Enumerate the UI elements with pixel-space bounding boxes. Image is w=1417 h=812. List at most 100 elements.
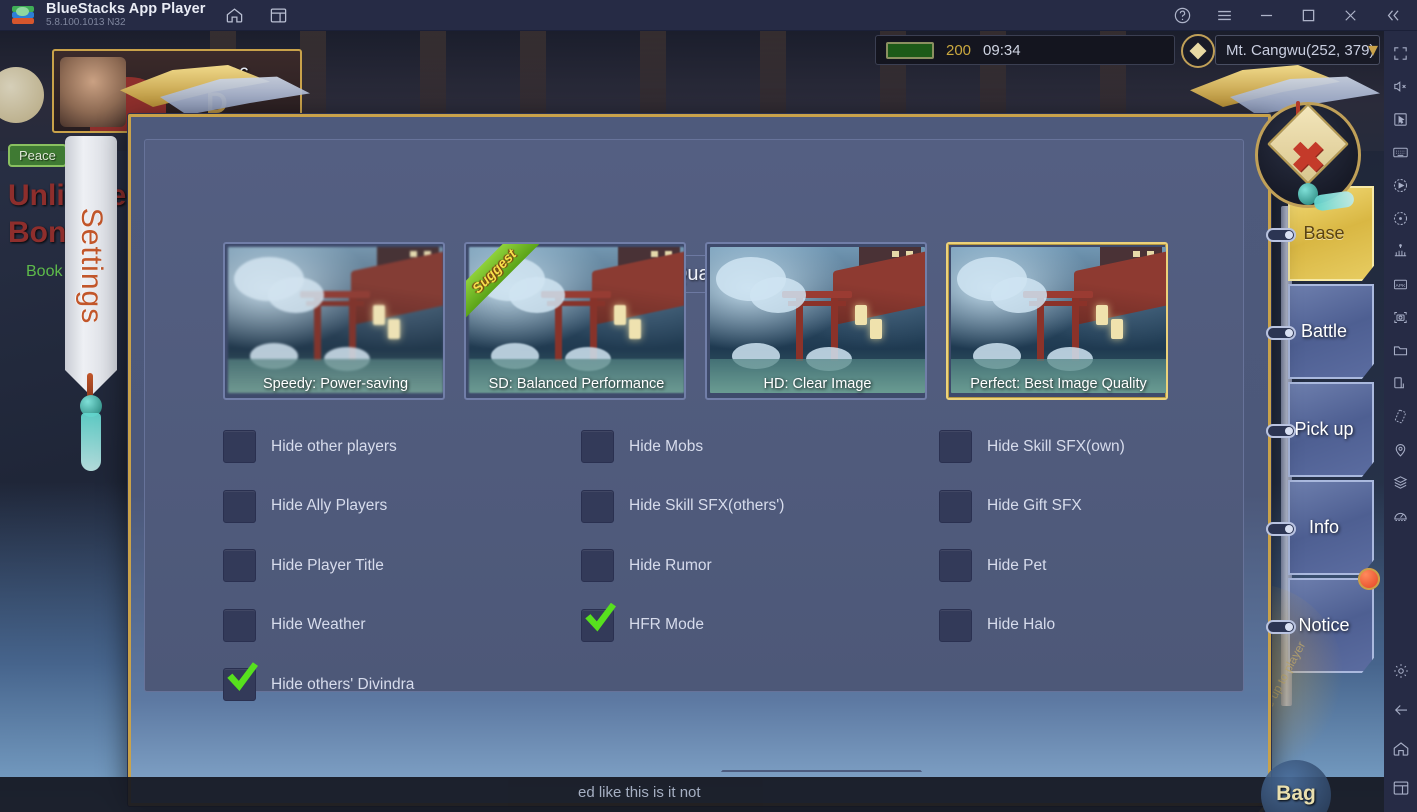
option-hfr-mode[interactable]: HFR Mode bbox=[581, 608, 939, 642]
macro-record-icon[interactable] bbox=[1384, 169, 1417, 202]
option-hide-ally-players[interactable]: Hide Ally Players bbox=[223, 489, 581, 523]
maximize-icon[interactable] bbox=[1297, 5, 1319, 27]
checkbox-icon[interactable] bbox=[223, 430, 256, 464]
option-label: Hide Weather bbox=[271, 616, 366, 634]
option-hide-mobs[interactable]: Hide Mobs bbox=[581, 430, 939, 464]
option-label: Hide others' Divindra bbox=[271, 675, 415, 693]
option-hide-weather[interactable]: Hide Weather bbox=[223, 608, 581, 642]
home-icon[interactable] bbox=[224, 4, 246, 26]
android-home-icon[interactable] bbox=[1384, 732, 1417, 765]
rotate-icon[interactable] bbox=[1384, 202, 1417, 235]
cursor-icon[interactable] bbox=[1384, 103, 1417, 136]
option-label: Hide Rumor bbox=[629, 556, 712, 574]
hud-ping-value: 200 bbox=[946, 41, 972, 59]
recent-apps-icon[interactable] bbox=[1384, 771, 1417, 804]
settings-ribbon-label: Settings bbox=[75, 207, 108, 325]
quality-preview-image bbox=[228, 247, 443, 393]
quality-card-label: Speedy: Power-saving bbox=[262, 376, 409, 392]
bluestacks-logo-icon bbox=[12, 5, 34, 25]
copy-to-pc-icon[interactable] bbox=[1384, 367, 1417, 400]
game-menu-label: Info bbox=[1308, 517, 1340, 537]
hud-compass-icon[interactable] bbox=[1180, 33, 1216, 69]
quality-card-speedy[interactable]: Speedy: Power-saving bbox=[223, 242, 445, 400]
game-canvas[interactable]: Lv.36 D Peace Unlimited Bonus Book Setti… bbox=[0, 31, 1384, 812]
option-row: Hide others' Divindra bbox=[223, 655, 1233, 715]
checkbox-icon[interactable] bbox=[581, 608, 614, 642]
option-label: Hide Skill SFX(own) bbox=[987, 437, 1125, 455]
bag-label: Bag bbox=[1276, 782, 1316, 805]
game-menu-item-pickup[interactable]: Pick up bbox=[1266, 382, 1374, 477]
install-apk-icon[interactable]: APK bbox=[1384, 268, 1417, 301]
screenshot-icon[interactable] bbox=[1384, 301, 1417, 334]
game-menu-label: Pick up bbox=[1294, 419, 1354, 439]
game-menu-item-battle[interactable]: Battle bbox=[1266, 284, 1374, 379]
hamburger-menu-icon[interactable] bbox=[1213, 5, 1235, 27]
pin-icon bbox=[1266, 424, 1296, 438]
quality-card-perfect[interactable]: Perfect: Best Image Quality bbox=[946, 242, 1168, 400]
option-label: Hide Pet bbox=[987, 556, 1047, 574]
quality-preview-image bbox=[951, 247, 1166, 393]
collapse-chevrons-icon[interactable] bbox=[1381, 5, 1403, 27]
hud-status-bar: 200 09:34 bbox=[875, 35, 1175, 65]
hud-location-field[interactable]: Mt. Cangwu(252, 379) bbox=[1215, 35, 1380, 65]
option-hide-skill-sfx-own[interactable]: Hide Skill SFX(own) bbox=[939, 430, 1229, 464]
back-icon[interactable] bbox=[1384, 693, 1417, 726]
checkbox-icon[interactable] bbox=[939, 608, 972, 642]
ribbon-tassel-decor bbox=[78, 373, 104, 471]
checkbox-icon[interactable] bbox=[223, 608, 256, 642]
checkbox-icon[interactable] bbox=[223, 549, 256, 583]
mute-icon[interactable] bbox=[1384, 70, 1417, 103]
option-label: Hide Ally Players bbox=[271, 497, 388, 515]
pin-icon bbox=[1266, 326, 1296, 340]
checkbox-icon[interactable] bbox=[939, 430, 972, 464]
keyboard-controls-icon[interactable] bbox=[1384, 136, 1417, 169]
settings-ribbon-tab[interactable]: Settings bbox=[65, 136, 117, 396]
option-hide-halo[interactable]: Hide Halo bbox=[939, 608, 1229, 642]
close-icon[interactable] bbox=[1339, 5, 1361, 27]
app-title-block: BlueStacks App Player 5.8.100.1013 N32 bbox=[46, 1, 206, 29]
checkbox-icon[interactable] bbox=[581, 430, 614, 464]
chat-message-text: ed like this is it not bbox=[578, 784, 701, 801]
checkbox-icon[interactable] bbox=[939, 489, 972, 523]
media-folder-icon[interactable] bbox=[1384, 334, 1417, 367]
checkbox-icon[interactable] bbox=[223, 668, 256, 702]
checkbox-icon[interactable] bbox=[223, 489, 256, 523]
shake-icon[interactable] bbox=[1384, 400, 1417, 433]
performance-icon[interactable] bbox=[1384, 499, 1417, 532]
layers-icon[interactable] bbox=[1384, 466, 1417, 499]
bag-button[interactable]: Bag bbox=[1241, 760, 1351, 812]
close-dialog-button[interactable]: ✖ bbox=[1252, 99, 1364, 212]
option-hide-pet[interactable]: Hide Pet bbox=[939, 549, 1229, 583]
multi-instance-icon[interactable] bbox=[268, 4, 290, 26]
multi-instance-sync-icon[interactable] bbox=[1384, 235, 1417, 268]
pin-icon bbox=[1266, 522, 1296, 536]
help-icon[interactable] bbox=[1171, 5, 1193, 27]
hud-expand-chevron-icon[interactable]: ▾ bbox=[1368, 37, 1378, 62]
option-hide-player-title[interactable]: Hide Player Title bbox=[223, 549, 581, 583]
checkbox-icon[interactable] bbox=[939, 549, 972, 583]
hud-location-label: Mt. Cangwu(252, 379) bbox=[1226, 41, 1375, 59]
option-hide-gift-sfx[interactable]: Hide Gift SFX bbox=[939, 489, 1229, 523]
quality-card-sd[interactable]: Suggest SD: Balanced Performance bbox=[464, 242, 686, 400]
chat-bar[interactable]: ed like this is it not bbox=[0, 777, 1384, 812]
option-hide-others-divindra[interactable]: Hide others' Divindra bbox=[223, 668, 581, 702]
avatar bbox=[60, 57, 126, 127]
option-row: Hide Weather HFR Mode Hide Halo bbox=[223, 596, 1233, 656]
checkbox-icon[interactable] bbox=[581, 549, 614, 583]
location-icon[interactable] bbox=[1384, 433, 1417, 466]
option-label: Hide Mobs bbox=[629, 437, 704, 455]
titlebar-left-icons bbox=[224, 4, 290, 26]
checkbox-icon[interactable] bbox=[581, 489, 614, 523]
settings-gear-icon[interactable] bbox=[1384, 654, 1417, 687]
game-menu-item-info[interactable]: Info bbox=[1266, 480, 1374, 575]
option-hide-skill-sfx-others[interactable]: Hide Skill SFX(others') bbox=[581, 489, 939, 523]
option-hide-rumor[interactable]: Hide Rumor bbox=[581, 549, 939, 583]
quality-card-label: HD: Clear Image bbox=[763, 376, 872, 392]
option-hide-other-players[interactable]: Hide other players bbox=[223, 430, 581, 464]
app-version: 5.8.100.1013 N32 bbox=[46, 16, 126, 28]
quality-card-hd[interactable]: HD: Clear Image bbox=[705, 242, 927, 400]
option-row: Hide Player Title Hide Rumor Hide Pet bbox=[223, 536, 1233, 596]
fullscreen-icon[interactable] bbox=[1384, 37, 1417, 70]
display-options-list: Hide other players Hide Mobs Hide Skill … bbox=[223, 417, 1233, 715]
minimize-icon[interactable] bbox=[1255, 5, 1277, 27]
